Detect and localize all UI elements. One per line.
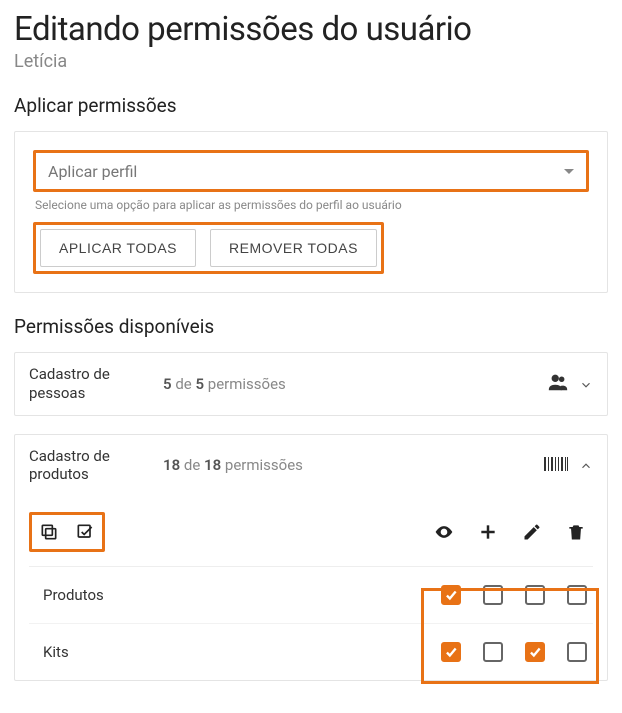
apply-all-button[interactable]: APLICAR TODAS xyxy=(40,229,196,267)
page-title: Editando permissões do usuário xyxy=(14,0,608,49)
view-icon[interactable] xyxy=(433,521,455,543)
copy-icon[interactable] xyxy=(38,521,60,543)
chevron-down-icon xyxy=(579,377,593,391)
perm-checkbox-delete[interactable] xyxy=(567,642,587,662)
perm-group-count: 18 de 18 permissões xyxy=(163,456,529,474)
perm-row: Produtos xyxy=(29,567,593,624)
perm-checkbox-delete[interactable] xyxy=(567,585,587,605)
perm-group-name: Cadastro de produtos xyxy=(29,447,149,485)
perm-checkbox-add[interactable] xyxy=(483,642,503,662)
delete-icon[interactable] xyxy=(565,521,587,543)
perm-group-name: Cadastro de pessoas xyxy=(29,365,149,403)
perm-checkbox-view[interactable] xyxy=(441,642,461,662)
chevron-up-icon xyxy=(579,458,593,472)
edit-icon[interactable] xyxy=(521,521,543,543)
perm-row-label: Produtos xyxy=(29,586,441,604)
user-name: Letícia xyxy=(14,51,608,72)
perm-group-header[interactable]: Cadastro de produtos 18 de 18 permissões xyxy=(15,435,607,497)
perm-group-count: 5 de 5 permissões xyxy=(163,375,533,393)
add-icon[interactable] xyxy=(477,521,499,543)
apply-section-label: Aplicar permissões xyxy=(14,94,608,117)
perm-checkbox-edit[interactable] xyxy=(525,585,545,605)
apply-profile-select[interactable]: Aplicar perfil xyxy=(33,150,589,192)
select-all-icon[interactable] xyxy=(74,521,96,543)
apply-card: Aplicar perfil Selecione uma opção para … xyxy=(14,131,608,293)
perm-group-pessoas: Cadastro de pessoas 5 de 5 permissões xyxy=(14,352,608,416)
apply-profile-placeholder: Aplicar perfil xyxy=(48,162,137,181)
perm-checkbox-view[interactable] xyxy=(441,585,461,605)
people-icon xyxy=(547,371,569,397)
chevron-down-icon xyxy=(564,169,574,174)
remove-all-button[interactable]: REMOVER TODAS xyxy=(210,229,377,267)
perm-row-label: Kits xyxy=(29,643,441,661)
perm-group-header[interactable]: Cadastro de pessoas 5 de 5 permissões xyxy=(15,353,607,415)
barcode-icon xyxy=(543,456,569,475)
available-section-label: Permissões disponíveis xyxy=(14,315,608,338)
perm-row: Kits xyxy=(29,624,593,680)
perm-table: Produtos Kits xyxy=(29,567,593,680)
apply-profile-helper: Selecione uma opção para aplicar as perm… xyxy=(35,198,587,212)
perm-checkbox-add[interactable] xyxy=(483,585,503,605)
perm-group-produtos: Cadastro de produtos 18 de 18 permissões xyxy=(14,434,608,682)
bulk-tools-highlight xyxy=(29,512,105,552)
perm-checkbox-edit[interactable] xyxy=(525,642,545,662)
apply-buttons-highlight: APLICAR TODAS REMOVER TODAS xyxy=(33,222,384,274)
